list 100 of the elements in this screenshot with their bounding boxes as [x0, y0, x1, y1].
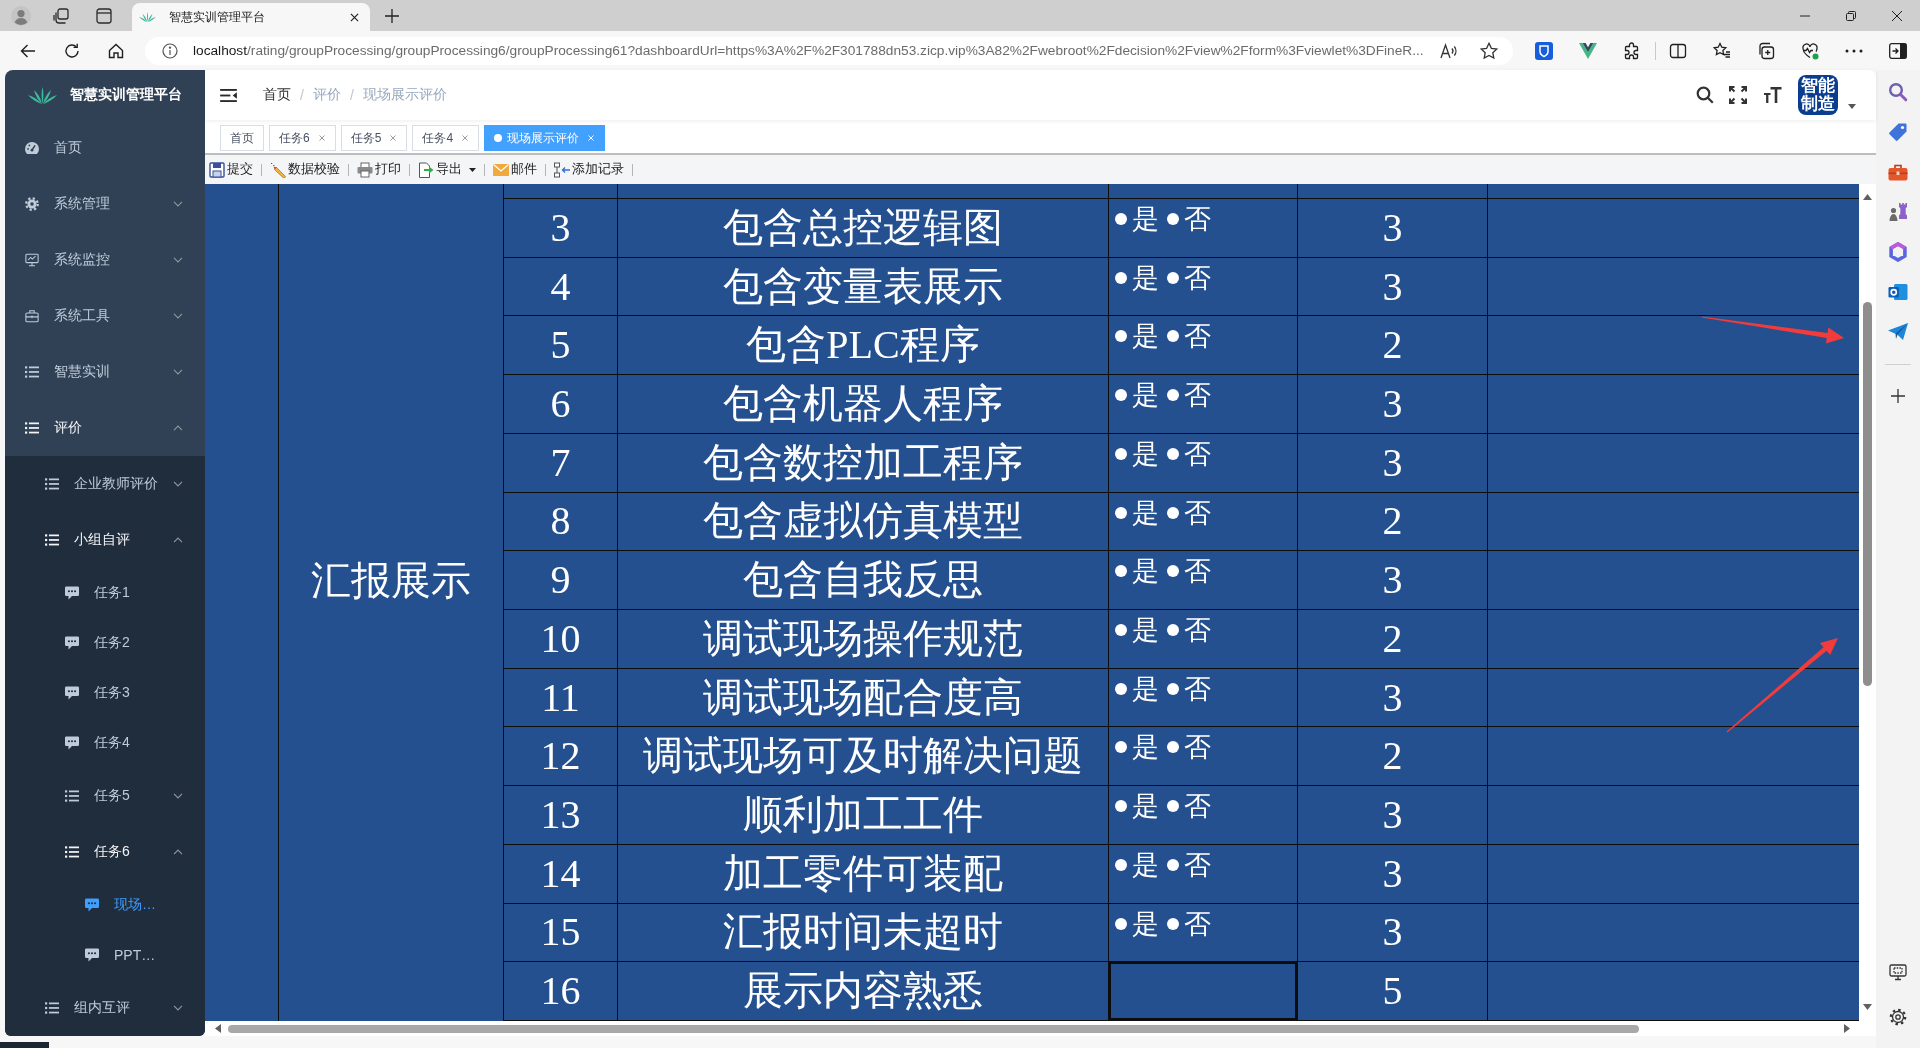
menu-item[interactable]: 任务3: [5, 668, 205, 718]
settings-icon[interactable]: [1889, 1008, 1907, 1026]
table-cell[interactable]: 是 否: [1109, 786, 1298, 845]
v-logo-icon[interactable]: [1579, 41, 1597, 60]
back-icon[interactable]: [20, 42, 36, 59]
workspaces-icon[interactable]: [53, 7, 69, 24]
table-cell[interactable]: [1109, 962, 1298, 1021]
radio-button[interactable]: [1115, 271, 1127, 284]
menu-item[interactable]: 小组自评: [5, 512, 205, 568]
radio-button[interactable]: [1115, 565, 1127, 578]
search-icon[interactable]: [1696, 86, 1714, 104]
menu-item[interactable]: 系统监控: [5, 232, 205, 288]
menu-item[interactable]: 任务5: [5, 768, 205, 824]
scroll-left-icon[interactable]: [215, 1024, 221, 1033]
info-icon[interactable]: [162, 42, 178, 59]
table-cell[interactable]: 是 否: [1109, 610, 1298, 669]
toolbar-button[interactable]: 添加记录: [552, 158, 626, 181]
tag-icon[interactable]: [1888, 122, 1908, 142]
radio-button[interactable]: [1167, 858, 1179, 871]
radio-button[interactable]: [1167, 800, 1179, 813]
radio-button[interactable]: [1115, 330, 1127, 343]
table-cell[interactable]: 是 否: [1109, 316, 1298, 376]
table-cell[interactable]: 是 否: [1109, 727, 1298, 787]
table-cell[interactable]: 是 否: [1109, 257, 1298, 317]
menu-item[interactable]: 任务4: [5, 718, 205, 768]
close-window-icon[interactable]: [1892, 10, 1902, 21]
radio-button[interactable]: [1167, 741, 1179, 754]
user-avatar[interactable]: 智能制造: [1798, 75, 1838, 115]
table-cell[interactable]: 是 否: [1109, 903, 1298, 963]
radio-button[interactable]: [1115, 741, 1127, 754]
menu-item[interactable]: 组内互评: [5, 980, 205, 1036]
paper-plane-icon[interactable]: [1888, 322, 1908, 342]
fullscreen-icon[interactable]: [1729, 86, 1747, 104]
scroll-down-icon[interactable]: [1863, 1004, 1872, 1010]
close-icon[interactable]: [350, 12, 359, 22]
menu-item[interactable]: 评价: [5, 400, 205, 456]
collections-icon[interactable]: [1757, 41, 1775, 60]
breadcrumb-item[interactable]: 首页: [263, 86, 291, 104]
menu-item[interactable]: 智慧实训: [5, 344, 205, 400]
restore-icon[interactable]: [1846, 10, 1856, 21]
chess-pieces-icon[interactable]: [1888, 202, 1908, 222]
shield-icon[interactable]: [1535, 41, 1553, 60]
refresh-icon[interactable]: [64, 42, 80, 59]
menu-item[interactable]: 系统工具: [5, 288, 205, 344]
menu-item[interactable]: 任务6: [5, 824, 205, 880]
menu-item[interactable]: 企业教师评价: [5, 456, 205, 512]
screen-capture-icon[interactable]: [1889, 963, 1907, 981]
table-cell[interactable]: 是 否: [1109, 844, 1298, 904]
tab[interactable]: 首页: [220, 125, 264, 151]
menu-item[interactable]: 任务2: [5, 618, 205, 668]
tab[interactable]: 任务6: [269, 125, 336, 151]
star-icon[interactable]: [1480, 41, 1498, 60]
radio-button[interactable]: [1167, 917, 1179, 930]
menu-item[interactable]: 现场…: [5, 880, 205, 930]
read-aloud-icon[interactable]: [1440, 41, 1458, 60]
radio-button[interactable]: [1115, 682, 1127, 695]
radio-button[interactable]: [1167, 271, 1179, 284]
scroll-right-icon[interactable]: [1844, 1024, 1850, 1033]
radio-button[interactable]: [1115, 506, 1127, 519]
home-icon[interactable]: [108, 42, 124, 59]
hamburger-icon[interactable]: [220, 88, 237, 102]
radio-button[interactable]: [1115, 800, 1127, 813]
profile-avatar-icon[interactable]: [11, 5, 31, 26]
table-cell[interactable]: 是 否: [1109, 551, 1298, 610]
ring-logo-icon[interactable]: [1888, 242, 1908, 262]
radio-button[interactable]: [1115, 858, 1127, 871]
radio-button[interactable]: [1115, 213, 1127, 225]
tab[interactable]: 任务5: [340, 125, 408, 151]
table-cell[interactable]: 是 否: [1109, 668, 1298, 728]
radio-button[interactable]: [1167, 624, 1179, 636]
radio-button[interactable]: [1115, 389, 1127, 402]
menu-item[interactable]: 任务1: [5, 568, 205, 618]
new-tab-icon[interactable]: [385, 8, 399, 23]
mail-app-icon[interactable]: [1888, 282, 1908, 302]
menu-item[interactable]: PPT…: [5, 930, 205, 980]
puzzle-icon[interactable]: [1623, 41, 1641, 60]
radio-button[interactable]: [1115, 917, 1127, 930]
table-cell[interactable]: 是 否: [1109, 199, 1298, 258]
tab[interactable]: 任务4: [412, 125, 480, 151]
radio-button[interactable]: [1167, 565, 1179, 578]
menu-item[interactable]: 系统管理: [5, 176, 205, 232]
heart-pulse-icon[interactable]: [1801, 41, 1819, 60]
tab-actions-icon[interactable]: [96, 7, 112, 24]
scroll-up-icon[interactable]: [1863, 194, 1872, 200]
radio-button[interactable]: [1167, 447, 1179, 460]
radio-button[interactable]: [1167, 389, 1179, 402]
plus-icon[interactable]: [1891, 389, 1905, 403]
menu-item[interactable]: 首页: [5, 120, 205, 176]
table-cell[interactable]: 是 否: [1109, 375, 1298, 434]
radio-button[interactable]: [1167, 506, 1179, 519]
scrollbar-thumb[interactable]: [228, 1024, 1639, 1033]
favorites-icon[interactable]: [1713, 41, 1731, 60]
radio-button[interactable]: [1115, 447, 1127, 460]
toolbar-button[interactable]: 打印: [355, 158, 403, 181]
browser-tab[interactable]: 智慧实训管理平台: [132, 3, 370, 31]
radio-button[interactable]: [1167, 213, 1179, 225]
radio-button[interactable]: [1167, 682, 1179, 695]
address-bar[interactable]: localhost/rating/groupProcessing/groupProcessing6/groupProcessing61?dashboardUrl=https%3A%2F%2F301788dn53.zicp.vip%3A82%2Fwebroot%2Fdecision%2Fview%2Fform%3Fviewlet%3DFineR...: [145, 36, 1513, 65]
toolbar-button[interactable]: 提交: [207, 158, 255, 181]
radio-button[interactable]: [1115, 624, 1127, 636]
